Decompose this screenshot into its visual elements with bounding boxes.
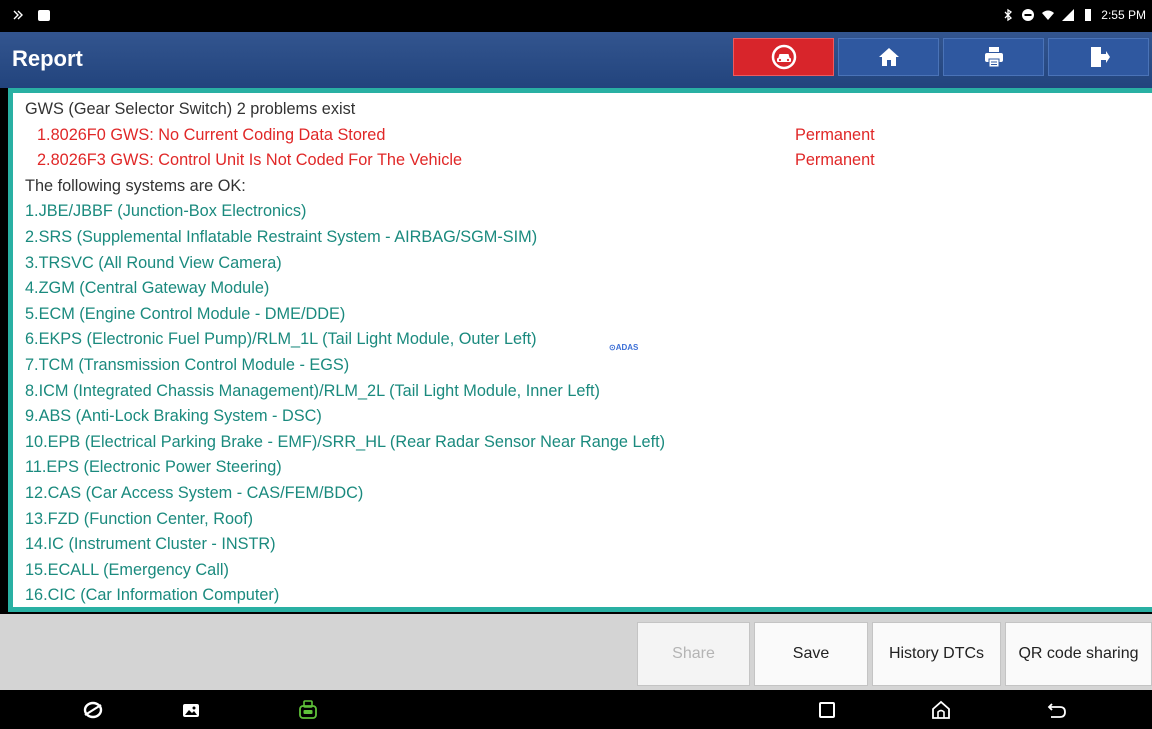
ok-system-item: 6.EKPS (Electronic Fuel Pump)/RLM_1L (Ta… xyxy=(25,330,537,349)
ok-system-item: 15.ECALL (Emergency Call) xyxy=(25,560,229,579)
fault-status: Permanent xyxy=(795,125,875,144)
ok-system-item: 3.TRSVC (All Round View Camera) xyxy=(25,253,282,272)
ok-system-item: 4.ZGM (Central Gateway Module) xyxy=(25,279,270,298)
fault-text: 2.8026F3 GWS: Control Unit Is Not Coded … xyxy=(37,151,463,170)
home-nav-icon[interactable] xyxy=(930,699,952,721)
action-bar: Share Save History DTCs QR code sharing xyxy=(0,614,1152,690)
adas-badge: ⊙ADAS xyxy=(609,343,639,352)
ok-system-item: 13.FZD (Function Center, Roof) xyxy=(25,509,254,528)
launcher-icon[interactable] xyxy=(82,699,104,721)
fault-heading: GWS (Gear Selector Switch) 2 problems ex… xyxy=(25,100,356,118)
gallery-notification-icon xyxy=(38,9,50,21)
ok-system-item: 11.EPS (Electronic Power Steering) xyxy=(25,458,282,477)
exit-icon xyxy=(1090,47,1110,67)
signal-icon xyxy=(1062,9,1075,21)
recent-apps-icon[interactable] xyxy=(816,699,838,721)
page-title: Report xyxy=(12,46,83,71)
status-time: 2:55 PM xyxy=(1101,8,1146,22)
car-diagnostic-icon xyxy=(771,44,796,70)
battery-icon xyxy=(1085,9,1092,21)
wifi-icon xyxy=(1042,10,1055,20)
ok-system-item: 1.JBE/JBBF (Junction-Box Electronics) xyxy=(25,202,307,221)
status-bar: 2:55 PM xyxy=(0,0,1152,32)
header-bar: Report xyxy=(0,32,1152,88)
home-button[interactable] xyxy=(838,38,939,76)
save-button[interactable]: Save xyxy=(754,622,868,686)
ok-system-item: 2.SRS (Supplemental Inflatable Restraint… xyxy=(25,227,538,246)
ok-system-item: 10.EPB (Electrical Parking Brake - EMF)/… xyxy=(25,432,666,451)
ok-system-item: 7.TCM (Transmission Control Module - EGS… xyxy=(25,355,350,374)
history-dtcs-button[interactable]: History DTCs xyxy=(872,622,1001,686)
report-panel[interactable]: GWS (Gear Selector Switch) 2 problems ex… xyxy=(8,88,1152,612)
vci-icon[interactable] xyxy=(297,699,319,721)
do-not-disturb-icon xyxy=(1022,9,1035,21)
ok-system-item: 14.IC (Instrument Cluster - INSTR) xyxy=(25,535,276,554)
qr-code-sharing-button[interactable]: QR code sharing xyxy=(1005,622,1152,686)
home-icon xyxy=(878,48,899,66)
print-button[interactable] xyxy=(943,38,1044,76)
fault-item: 1.8026F0 GWS: No Current Coding Data Sto… xyxy=(25,123,1152,149)
diagnose-button[interactable] xyxy=(733,38,834,76)
fault-status: Permanent xyxy=(795,151,875,170)
system-nav-bar xyxy=(0,690,1152,729)
fault-text: 1.8026F0 GWS: No Current Coding Data Sto… xyxy=(37,125,386,144)
exit-button[interactable] xyxy=(1048,38,1149,76)
report-content: GWS (Gear Selector Switch) 2 problems ex… xyxy=(13,93,1152,607)
ok-system-item: 9.ABS (Anti-Lock Braking System - DSC) xyxy=(25,407,322,426)
ok-system-item: 8.ICM (Integrated Chassis Management)/RL… xyxy=(25,381,600,400)
share-button[interactable]: Share xyxy=(637,622,750,686)
usb-debug-icon xyxy=(13,10,23,20)
fault-item: 2.8026F3 GWS: Control Unit Is Not Coded … xyxy=(25,148,1152,174)
ok-system-item: 12.CAS (Car Access System - CAS/FEM/BDC) xyxy=(25,483,364,502)
ok-system-item: 5.ECM (Engine Control Module - DME/DDE) xyxy=(25,304,346,323)
ok-heading: The following systems are OK: xyxy=(25,176,246,195)
ok-system-item: 16.CIC (Car Information Computer) xyxy=(25,586,280,605)
bluetooth-icon xyxy=(1004,8,1013,22)
back-icon[interactable] xyxy=(1046,699,1068,721)
gallery-icon[interactable] xyxy=(180,699,202,721)
print-icon xyxy=(984,47,1003,68)
